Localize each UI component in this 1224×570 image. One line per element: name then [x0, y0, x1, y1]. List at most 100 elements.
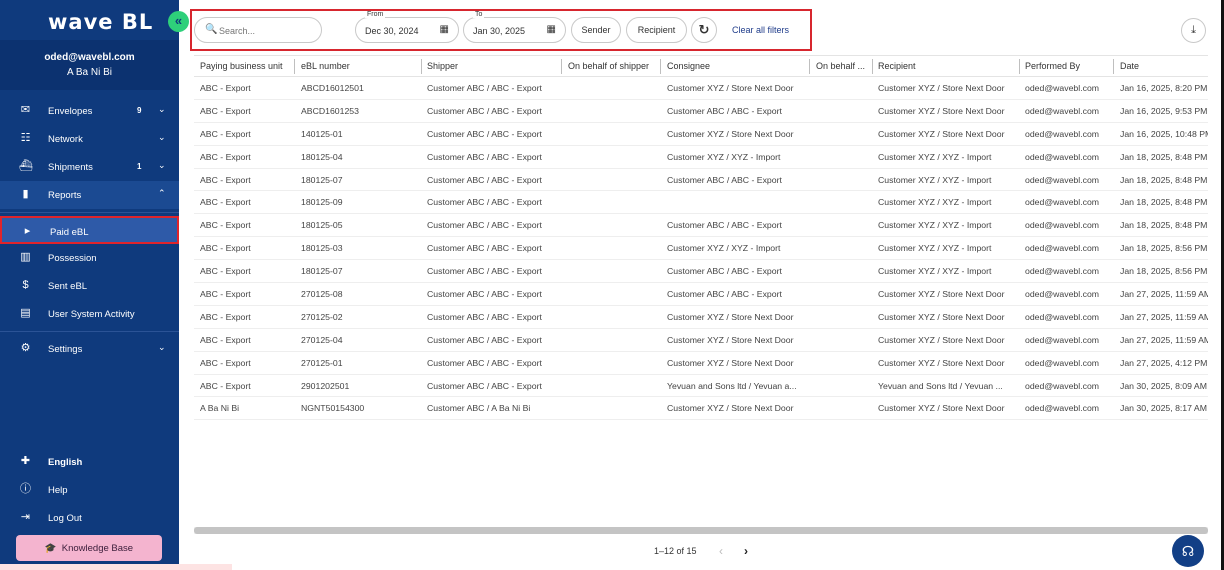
- column-resizer[interactable]: [660, 59, 661, 74]
- sender-filter-button[interactable]: Sender: [571, 17, 621, 43]
- support-chat-icon[interactable]: ☊: [1172, 535, 1204, 567]
- sidebar-item-label: Possession: [48, 253, 97, 264]
- sidebar-item-settings[interactable]: ⚙ Settings ⌄: [0, 335, 179, 363]
- sidebar-item-possession[interactable]: ▥ Possession: [0, 244, 179, 272]
- table-cell: Customer XYZ / Store Next Door: [667, 403, 794, 414]
- sidebar-item-label: Reports: [48, 190, 82, 201]
- table-cell: ABC - Export: [200, 380, 251, 391]
- column-header[interactable]: Shipper: [427, 61, 458, 71]
- table-cell: ABC - Export: [200, 83, 251, 93]
- scrollbar-thumb[interactable]: [194, 527, 1208, 534]
- to-date-caption: To: [473, 11, 485, 18]
- column-resizer[interactable]: [1019, 59, 1020, 74]
- chevron-left-icon[interactable]: ‹: [719, 544, 723, 558]
- column-resizer[interactable]: [294, 59, 295, 74]
- knowledge-base-button[interactable]: 🎓 Knowledge Base: [16, 535, 162, 561]
- sidebar-item-shipments[interactable]: ⛴ Shipments 1 ⌄: [0, 153, 179, 181]
- column-header[interactable]: eBL number: [301, 61, 350, 71]
- table-cell: Jan 30, 2025, 8:09 AM: [1120, 380, 1207, 391]
- sidebar-item-label: Envelopes: [48, 106, 93, 117]
- sidebar-item-logout[interactable]: ⇥ Log Out: [0, 504, 179, 532]
- table-cell: ABC - Export: [200, 197, 251, 208]
- table-row[interactable]: ABC - Export 180125-03 Customer ABC / ABC …: [194, 237, 1208, 261]
- table-cell: Customer ABC / ABC - Export: [667, 289, 782, 300]
- table-row[interactable]: ABC - Export 180125-04 Customer ABC / ABC …: [194, 146, 1208, 169]
- knowledge-base-label: Knowledge Base: [61, 542, 134, 554]
- table-row[interactable]: A Ba Ni Bi NGNT50154300 Customer ABC / A B…: [194, 397, 1208, 421]
- table-cell: oded@wavebl.com: [1025, 174, 1100, 185]
- table-cell: Customer ABC / ABC - Export: [427, 243, 542, 254]
- table-cell: 270125-04: [301, 334, 343, 345]
- chevron-down-icon: ⌄: [158, 132, 166, 142]
- search-box[interactable]: 🔍: [194, 17, 322, 43]
- table-cell: Customer ABC / A Ba Ni Bi: [427, 403, 531, 414]
- sidebar-item-sent-ebl[interactable]: $ Sent eBL: [0, 272, 179, 300]
- table-row[interactable]: ABC - Export 2901202501 Customer ABC / ABC…: [194, 375, 1208, 398]
- language-selector[interactable]: ✚ English: [0, 448, 179, 476]
- to-date-picker[interactable]: To Jan 30, 2025 ▦: [463, 11, 566, 43]
- sidebar-item-reports[interactable]: ▮ Reports ⌃: [0, 181, 179, 209]
- refresh-icon[interactable]: ↻: [691, 17, 717, 43]
- table-row[interactable]: ABC - Export 270125-01 Customer ABC / ABC …: [194, 352, 1208, 375]
- table-row[interactable]: ABC - Export 270125-04 Customer ABC / ABC …: [194, 329, 1208, 352]
- column-header[interactable]: On behalf ...: [816, 61, 865, 71]
- chevron-right-icon[interactable]: ›: [744, 544, 748, 558]
- column-header[interactable]: Date: [1120, 61, 1139, 71]
- table-cell: Yevuan and Sons ltd / Yevuan ...: [878, 380, 1003, 391]
- table-cell: 180125-07: [301, 174, 343, 185]
- sidebar-item-user-system-activity[interactable]: ▤ User System Activity: [0, 300, 179, 328]
- user-org: A Ba Ni Bi: [66, 67, 113, 78]
- column-header[interactable]: Recipient: [878, 61, 916, 71]
- sidebar-item-help[interactable]: ⓘ Help: [0, 476, 179, 504]
- divider: [0, 212, 179, 213]
- sidebar-item-label: User System Activity: [48, 309, 135, 320]
- sidebar-item-envelopes[interactable]: ✉ Envelopes 9 ⌄: [0, 97, 179, 125]
- table-cell: Customer XYZ / Store Next Door: [667, 357, 794, 368]
- table-cell: Customer XYZ / XYZ - Import: [878, 151, 992, 162]
- table-cell: Jan 30, 2025, 8:17 AM: [1120, 403, 1207, 414]
- table-row[interactable]: ABC - Export ABCD1601253 Customer ABC / AB…: [194, 100, 1208, 123]
- table-row[interactable]: ABC - Export 180125-05 Customer ABC / ABC …: [194, 214, 1208, 238]
- table-row[interactable]: ABC - Export 140125-01 Customer ABC / ABC …: [194, 123, 1208, 146]
- table-header: Paying business unit eBL number Shipper …: [194, 55, 1208, 77]
- column-header[interactable]: On behalf of shipper: [568, 61, 649, 71]
- column-resizer[interactable]: [872, 59, 873, 74]
- from-date-picker[interactable]: From Dec 30, 2024 ▦: [355, 11, 459, 43]
- column-header[interactable]: Paying business unit: [200, 61, 283, 71]
- table-cell: 180125-04: [301, 151, 343, 162]
- calendar-icon[interactable]: ▦: [547, 24, 556, 35]
- table-cell: oded@wavebl.com: [1025, 83, 1100, 93]
- wavebl-logo[interactable]: wave BL: [48, 10, 153, 34]
- column-header[interactable]: Consignee: [667, 61, 710, 71]
- table-row[interactable]: ABC - Export 180125-07 Customer ABC / ABC …: [194, 169, 1208, 192]
- table-cell: oded@wavebl.com: [1025, 197, 1100, 208]
- column-header[interactable]: Performed By: [1025, 61, 1080, 71]
- column-resizer[interactable]: [421, 59, 422, 74]
- collapse-sidebar-button[interactable]: «: [168, 11, 189, 32]
- table-row[interactable]: ABC - Export 270125-02 Customer ABC / ABC …: [194, 306, 1208, 329]
- search-input[interactable]: [219, 23, 315, 38]
- table-row[interactable]: ABC - Export ABCD16012501 Customer ABC / A…: [194, 77, 1208, 100]
- table-row[interactable]: ABC - Export 180125-07 Customer ABC / ABC …: [194, 260, 1208, 284]
- download-icon[interactable]: ⤓: [1181, 18, 1206, 43]
- activity-icon: ▤: [20, 307, 31, 319]
- recipient-filter-button[interactable]: Recipient: [626, 17, 687, 43]
- table-cell: 180125-03: [301, 243, 343, 254]
- table-cell: Jan 27, 2025, 11:59 AM: [1120, 289, 1208, 300]
- table-row[interactable]: ABC - Export 270125-08 Customer ABC / ABC …: [194, 283, 1208, 306]
- sidebar-item-network[interactable]: ☷ Network ⌄: [0, 125, 179, 153]
- sidebar-bottom: ✚ English ⓘ Help ⇥ Log Out: [0, 448, 179, 532]
- table-row[interactable]: ABC - Export 180125-09 Customer ABC / ABC …: [194, 191, 1208, 215]
- sidebar-item-paid-ebl[interactable]: ▸ Paid eBL: [0, 216, 179, 244]
- clear-filters-link[interactable]: Clear all filters: [732, 25, 789, 35]
- horizontal-scrollbar[interactable]: [194, 527, 1208, 534]
- column-resizer[interactable]: [809, 59, 810, 74]
- table-cell: ABC - Export: [200, 243, 251, 254]
- table-cell: ABC - Export: [200, 289, 251, 300]
- pagination-range: 1–12 of 15: [654, 546, 697, 556]
- table-cell: Customer XYZ / Store Next Door: [878, 105, 1005, 116]
- table-cell: ABC - Export: [200, 311, 251, 322]
- calendar-icon[interactable]: ▦: [440, 24, 449, 35]
- column-resizer[interactable]: [561, 59, 562, 74]
- column-resizer[interactable]: [1113, 59, 1114, 74]
